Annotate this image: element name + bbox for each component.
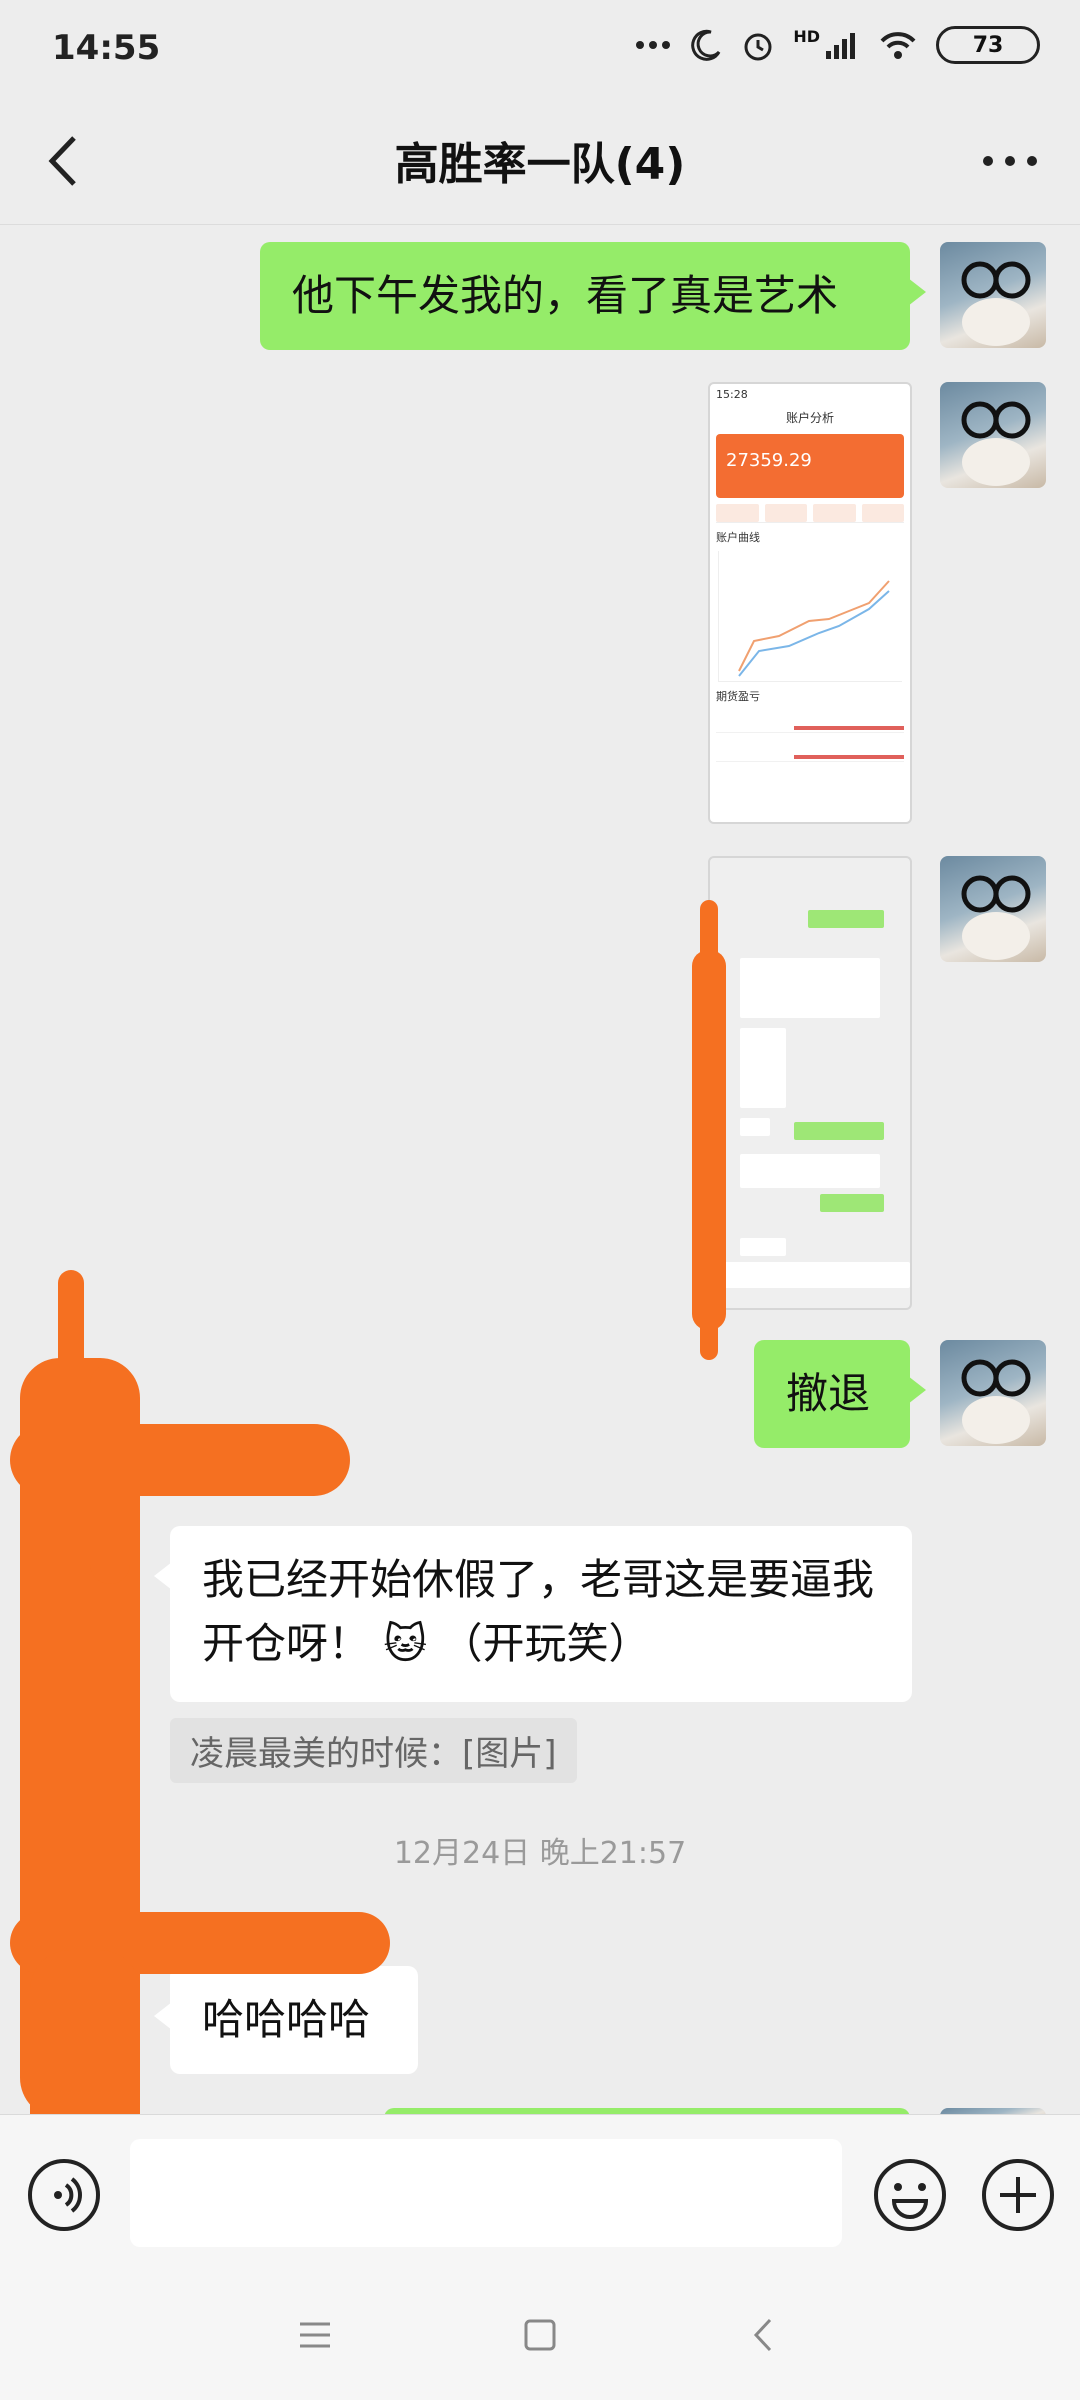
thumb-list <box>716 710 904 762</box>
quoted-message[interactable]: 凌晨最美的时候：[图片] <box>170 1718 577 1783</box>
message-text-suffix: （开玩笑） <box>440 1619 651 1668</box>
more-icon[interactable] <box>970 126 1050 196</box>
message-bubble[interactable]: 他下午发我的，看了真是艺术 <box>260 242 926 350</box>
message-timestamp: 12月24日 晚上21:57 <box>393 1836 687 1871</box>
moon-icon <box>691 29 721 61</box>
status-bar: 14:55 HD 73 <box>0 0 1080 100</box>
image-message[interactable]: 15:28 账户分析 27359.29 账户曲线 期货盈亏 <box>708 382 912 824</box>
network-label: HD <box>793 26 820 46</box>
thumb-profit-label: 期货盈亏 <box>716 690 760 703</box>
thumb-title: 账户分析 <box>785 411 834 425</box>
chat-area[interactable]: 他下午发我的，看了真是艺术 15:28 账户分析 27359.29 账户曲线 期… <box>0 224 1080 2114</box>
my-avatar[interactable] <box>940 242 1046 348</box>
system-nav-bar <box>0 2270 1080 2400</box>
message-bubble[interactable]: 撤退 <box>754 1340 926 1448</box>
thumb-status-time: 15:28 <box>716 388 748 401</box>
thumb-row <box>716 739 904 762</box>
thumb-curve-label: 账户曲线 <box>716 531 760 544</box>
thumb-green-line <box>794 1122 884 1140</box>
image-message[interactable] <box>708 856 912 1310</box>
thumb-white-line <box>740 1118 770 1136</box>
thumb-line-chart <box>718 551 902 682</box>
dog-avatar-icon <box>961 261 1031 346</box>
message-text: 他下午发我的，看了真是艺术 <box>292 271 839 320</box>
thumb-white-line <box>740 1154 880 1188</box>
message-text: 撤退 <box>786 1369 871 1418</box>
thumb-row <box>716 710 904 733</box>
status-time: 14:55 <box>52 28 161 68</box>
thumb-white-line <box>740 1238 786 1256</box>
plus-icon[interactable] <box>978 2155 1058 2235</box>
message-bubble[interactable]: 哈哈哈哈 <box>154 1966 418 2074</box>
message-input[interactable] <box>130 2139 842 2247</box>
dog-avatar-icon <box>961 401 1031 486</box>
my-avatar[interactable] <box>940 1340 1046 1446</box>
wifi-icon <box>880 32 916 59</box>
home-icon[interactable] <box>505 2300 575 2370</box>
thumb-tabs <box>716 504 904 523</box>
signal-icon <box>826 33 855 59</box>
input-bar <box>0 2114 1080 2271</box>
thumb-white-line <box>740 1028 786 1108</box>
battery-level: 73 <box>972 32 1004 58</box>
alarm-icon <box>744 33 772 61</box>
thumb-input-line <box>710 1262 910 1288</box>
emoji-icon[interactable] <box>870 2155 950 2235</box>
redaction-scribble <box>692 950 726 1330</box>
dog-avatar-icon <box>961 1359 1031 1444</box>
message-bubble[interactable]: 我已经开始休假了，老哥这是要逼我开仓呀！ 🐱 （开玩笑） <box>154 1526 912 1702</box>
redaction-scribble <box>90 1364 130 1584</box>
status-icons: HD 73 <box>635 26 1040 64</box>
chat-header: 高胜率一队(4) <box>0 100 1080 225</box>
voice-icon[interactable] <box>28 2159 100 2231</box>
my-avatar[interactable] <box>940 856 1046 962</box>
thumb-green-line <box>820 1194 884 1212</box>
my-avatar[interactable] <box>940 382 1046 488</box>
emoji-icon-inline: 🐱 <box>383 1619 428 1668</box>
back-nav-icon[interactable] <box>730 2300 800 2370</box>
battery-indicator: 73 <box>936 26 1040 64</box>
chat-title: 高胜率一队(4) <box>394 139 686 190</box>
thumb-balance-card: 27359.29 <box>716 434 904 498</box>
menu-icon[interactable] <box>280 2300 350 2370</box>
more-dots-icon <box>636 41 671 49</box>
message-text: 哈哈哈哈 <box>202 1995 371 2044</box>
thumb-white-line <box>740 958 880 1018</box>
thumb-amount: 27359.29 <box>726 450 812 471</box>
dog-avatar-icon <box>961 875 1031 960</box>
thumb-green-line <box>808 910 884 928</box>
